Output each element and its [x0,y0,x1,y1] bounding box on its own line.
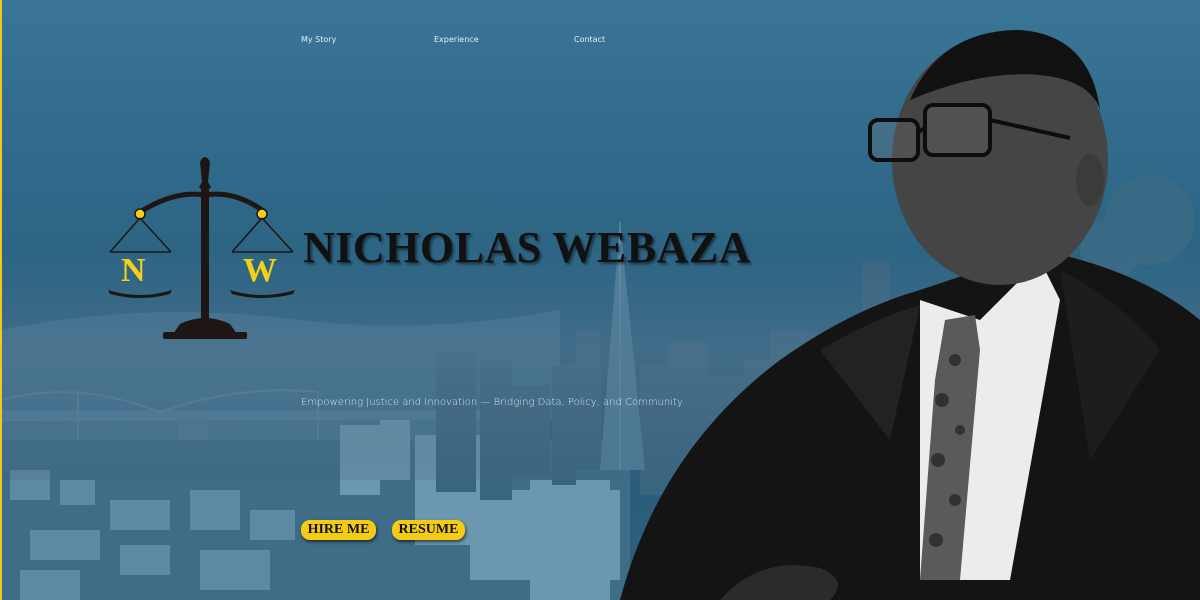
portrait-photo [620,30,1200,600]
resume-button[interactable]: RESUME [392,520,465,540]
scales-icon [108,157,295,339]
nav-link-contact[interactable]: Contact [574,35,605,44]
nav-link-my-story[interactable]: My Story [301,35,336,44]
hire-me-button[interactable]: HIRE ME [301,520,376,540]
scales-of-justice-logo: N W [105,152,300,342]
accent-border [0,0,2,600]
logo-letter-w: W [243,252,277,289]
nav-link-experience[interactable]: Experience [434,35,479,44]
logo-letter-n: N [121,252,146,289]
